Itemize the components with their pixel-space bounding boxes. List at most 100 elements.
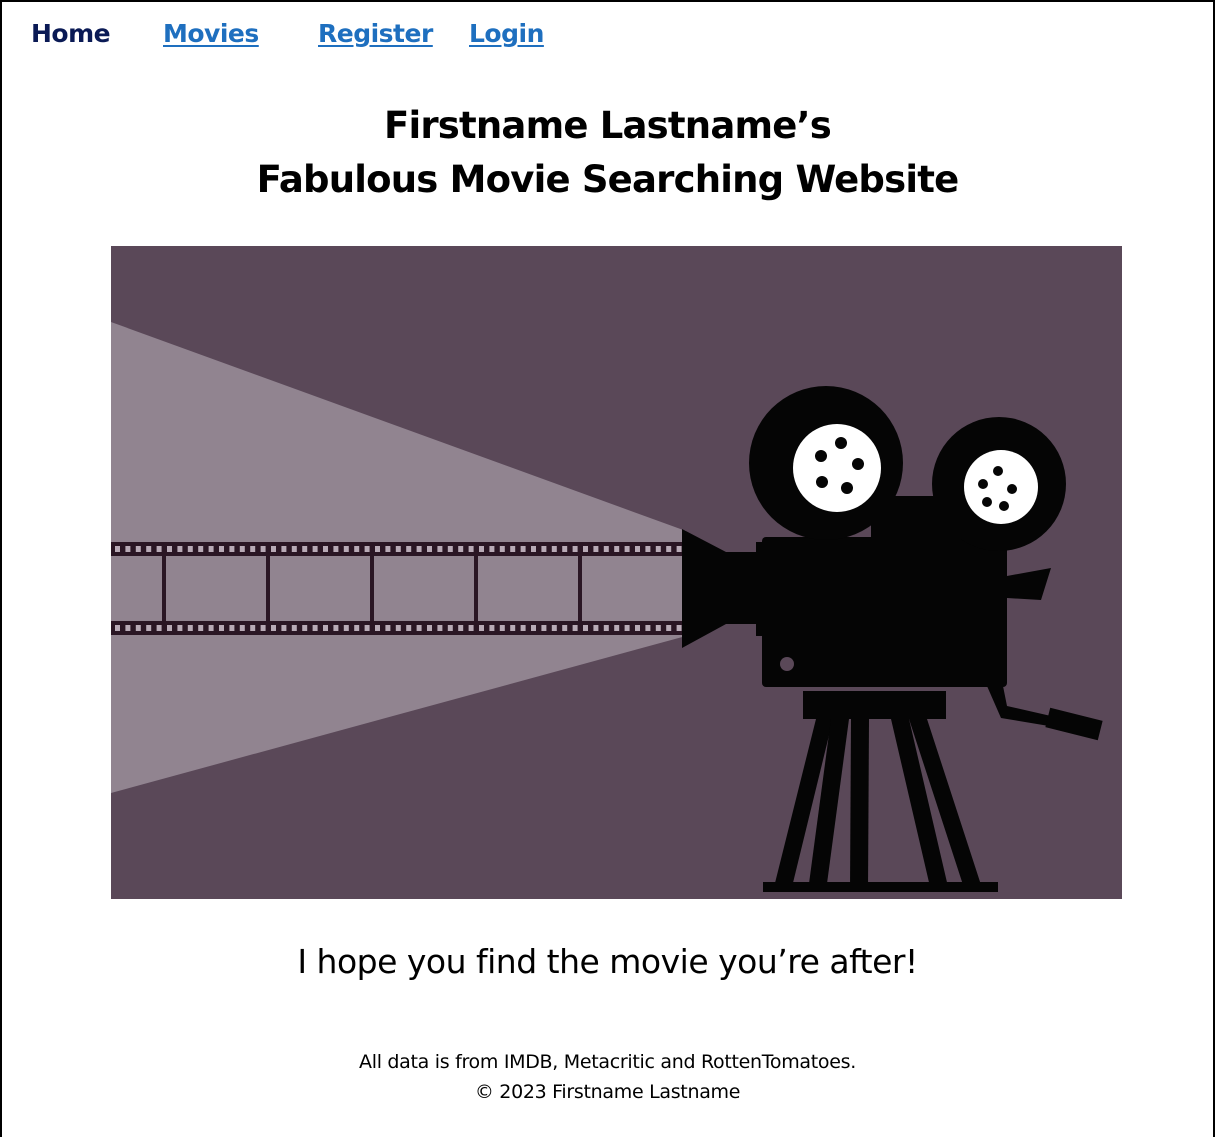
film-perforation	[458, 625, 464, 631]
film-perforation	[635, 546, 640, 552]
nav-register-link[interactable]: Register	[318, 17, 433, 51]
film-perforation	[531, 546, 536, 552]
film-perforation	[468, 546, 474, 552]
film-perforation	[354, 625, 360, 631]
film-perforation	[655, 625, 661, 631]
film-perforation	[427, 625, 432, 631]
film-perforation	[635, 625, 640, 631]
film-perforation	[499, 546, 505, 552]
page-title: Firstname Lastname’s Fabulous Movie Sear…	[2, 99, 1213, 207]
film-perforation	[624, 625, 630, 631]
film-perforation	[302, 625, 308, 631]
film-perforation	[479, 546, 484, 552]
nav-login-link[interactable]: Login	[469, 17, 544, 51]
film-perforation	[603, 546, 609, 552]
film-perforation	[125, 625, 131, 631]
film-strip	[111, 541, 686, 637]
film-perforation	[676, 625, 682, 631]
film-perforation	[250, 625, 256, 631]
film-perforation	[198, 625, 204, 631]
film-perforation	[167, 625, 172, 631]
film-perforation	[250, 546, 256, 552]
film-perforation	[219, 546, 224, 552]
film-perforation	[229, 625, 235, 631]
film-perforation	[655, 546, 661, 552]
film-perforation	[395, 546, 401, 552]
film-perforation	[551, 546, 557, 552]
film-perforation	[406, 625, 412, 631]
film-perforation	[541, 546, 547, 552]
film-perforation	[551, 625, 557, 631]
film-perforation	[447, 625, 453, 631]
nav-home[interactable]: Home	[31, 17, 111, 51]
film-perforation	[281, 625, 287, 631]
film-perforation	[302, 546, 308, 552]
film-perforation	[614, 546, 620, 552]
film-perforation	[333, 625, 339, 631]
film-perforation	[208, 625, 214, 631]
film-perforation	[416, 546, 422, 552]
film-perforation	[676, 546, 682, 552]
film-perforation	[156, 625, 162, 631]
film-perforation	[364, 546, 370, 552]
footer-sources: All data is from IMDB, Metacritic and Ro…	[359, 1051, 856, 1073]
film-perforation	[146, 546, 152, 552]
film-perforation	[416, 625, 422, 631]
film-perforation	[146, 625, 152, 631]
film-perforation	[437, 625, 443, 631]
film-perforation	[479, 625, 484, 631]
film-perforation	[343, 546, 349, 552]
page-frame: Home Movies Register Login Firstname Las…	[0, 0, 1215, 1137]
film-perforation	[614, 625, 620, 631]
film-perforation	[624, 546, 630, 552]
film-perforation	[271, 625, 276, 631]
movie-camera-projector-icon	[111, 246, 1122, 899]
film-perforation	[198, 546, 204, 552]
tagline: I hope you find the movie you’re after!	[297, 942, 918, 981]
film-perforation	[281, 546, 287, 552]
nav-movies-link[interactable]: Movies	[163, 17, 259, 51]
film-perforation	[593, 546, 599, 552]
film-perforation	[395, 625, 401, 631]
film-perforation	[510, 625, 516, 631]
film-perforation	[437, 546, 443, 552]
film-perforation	[364, 625, 370, 631]
film-perforation	[583, 625, 588, 631]
film-perforation	[125, 546, 131, 552]
page-title-line-1: Firstname Lastname’s	[383, 104, 832, 147]
film-perforation	[271, 546, 276, 552]
film-perforation	[427, 546, 432, 552]
top-nav: Home Movies Register Login	[2, 17, 1213, 53]
film-perforation	[583, 546, 588, 552]
film-perforation	[645, 625, 651, 631]
film-perforation	[177, 625, 183, 631]
film-perforation	[385, 546, 391, 552]
hero-image	[111, 246, 1122, 899]
film-perforation	[177, 546, 183, 552]
film-perforation	[291, 625, 297, 631]
film-perforation	[239, 546, 245, 552]
film-perforation	[520, 546, 526, 552]
film-perforation	[666, 546, 672, 552]
film-perforation	[229, 546, 235, 552]
film-perforation	[156, 546, 162, 552]
film-perforation	[187, 546, 193, 552]
film-perforation	[510, 546, 516, 552]
film-perforation	[458, 546, 464, 552]
film-perforation	[666, 625, 672, 631]
film-perforation	[115, 546, 120, 552]
film-perforation	[593, 625, 599, 631]
film-perforation	[323, 546, 328, 552]
film-perforation	[489, 625, 495, 631]
film-perforation	[531, 625, 536, 631]
film-perforation	[541, 625, 547, 631]
film-perforation	[572, 625, 578, 631]
film-perforation	[135, 625, 141, 631]
film-perforation	[468, 625, 474, 631]
film-perforation	[260, 546, 266, 552]
film-perforation	[375, 625, 380, 631]
film-perforation	[375, 546, 380, 552]
film-perforation	[406, 546, 412, 552]
film-perforation	[489, 546, 495, 552]
film-perforation	[115, 625, 120, 631]
